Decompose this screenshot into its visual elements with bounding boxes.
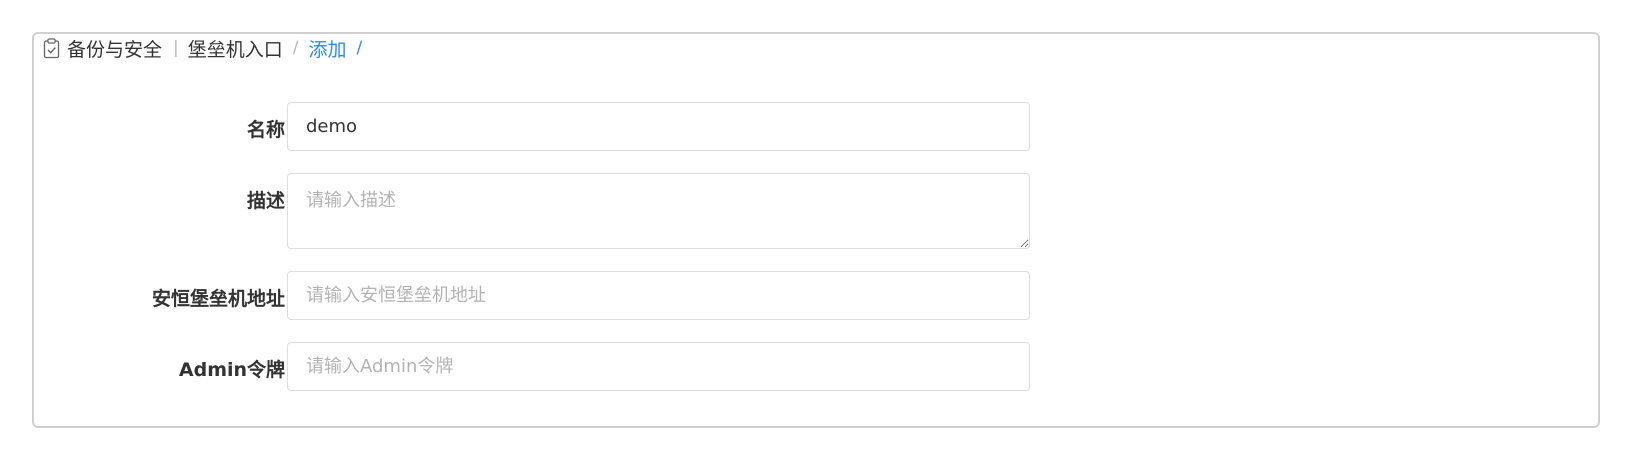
breadcrumb-separator: / (356, 38, 363, 58)
clipboard-check-icon (43, 37, 61, 59)
breadcrumb-separator: / (292, 38, 299, 58)
breadcrumb: 备份与安全 | 堡垒机入口 / 添加 / (43, 35, 372, 62)
description-textarea[interactable] (287, 173, 1030, 249)
breadcrumb-section[interactable]: 备份与安全 (67, 35, 162, 62)
admin-token-input[interactable] (287, 342, 1030, 391)
breadcrumb-page[interactable]: 堡垒机入口 (188, 35, 283, 62)
form-panel: 备份与安全 | 堡垒机入口 / 添加 / 名称* 描述* 安恒堡垒机地址* Ad… (32, 32, 1600, 428)
breadcrumb-current: 添加 (308, 38, 347, 61)
address-label: 安恒堡垒机地址* (152, 284, 302, 311)
admin-token-label: Admin令牌* (179, 355, 302, 382)
address-input[interactable] (287, 271, 1030, 320)
name-input[interactable] (287, 102, 1030, 151)
breadcrumb-separator: | (173, 38, 179, 58)
